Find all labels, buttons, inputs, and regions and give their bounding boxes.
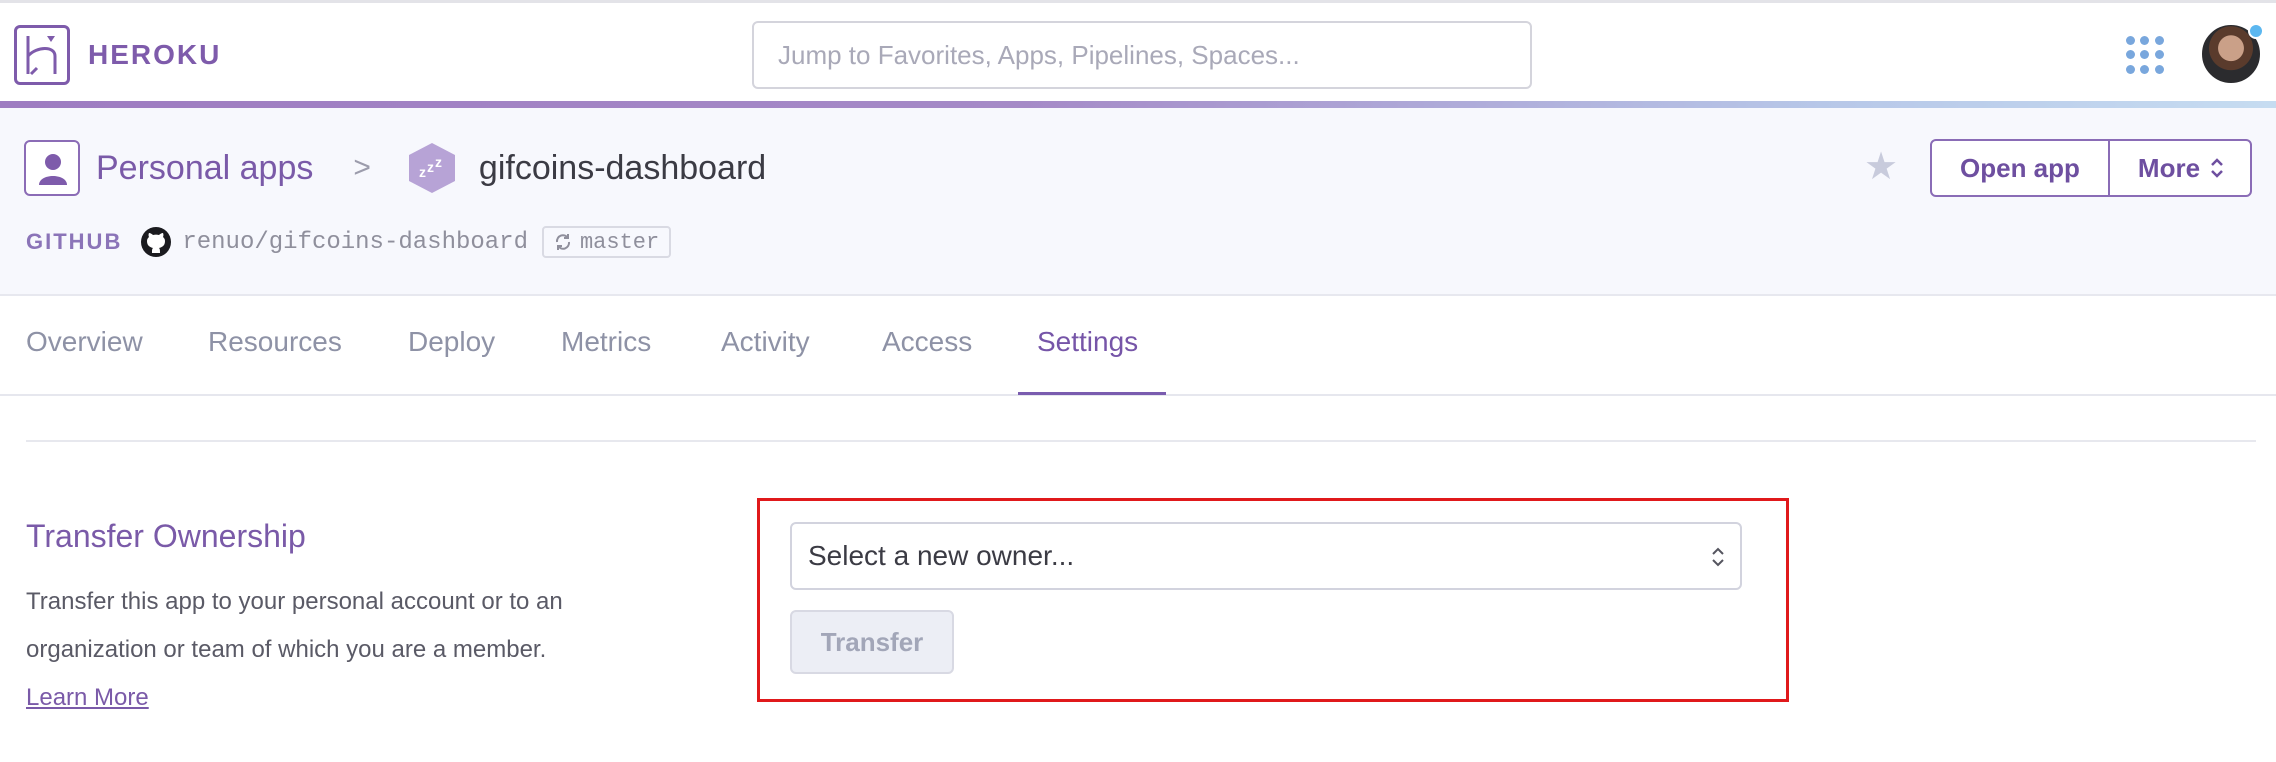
new-owner-select[interactable]: Select a new owner... [790, 522, 1742, 590]
tab-activity[interactable]: Activity [721, 326, 810, 358]
branch-badge: master [541, 226, 672, 258]
transfer-ownership-description: Transfer this app to your personal accou… [26, 578, 566, 722]
chevron-updown-icon [2211, 158, 2223, 178]
tab-metrics[interactable]: Metrics [561, 326, 651, 358]
github-icon [141, 227, 172, 257]
app-tabs: Overview Resources Deploy Metrics Activi… [0, 296, 2276, 396]
transfer-button[interactable]: Transfer [790, 610, 954, 674]
github-connection: GITHUB renuo/gifcoins-dashboard master [26, 226, 672, 258]
app-header: Personal apps > z z z gifcoins-dashboard… [0, 108, 2276, 296]
branch-name: master [579, 229, 660, 255]
tab-settings[interactable]: Settings [1037, 326, 1138, 358]
section-divider [26, 440, 2256, 442]
sleeping-app-icon: z z z [405, 141, 459, 195]
transfer-description-text: Transfer this app to your personal accou… [26, 588, 563, 663]
github-label: GITHUB [26, 229, 123, 254]
heroku-logo-icon [14, 25, 70, 85]
learn-more-link[interactable]: Learn More [26, 684, 149, 711]
more-button[interactable]: More [2110, 141, 2250, 195]
breadcrumb: Personal apps > z z z gifcoins-dashboard [24, 140, 766, 196]
svg-text:z: z [419, 164, 426, 180]
transfer-ownership-title: Transfer Ownership [26, 518, 306, 554]
apps-grid-icon[interactable] [2126, 36, 2164, 74]
select-chevron-icon [1712, 547, 1724, 567]
more-button-label: More [2137, 152, 2201, 183]
heroku-logo-text: HEROKU [88, 39, 222, 70]
svg-text:z: z [435, 154, 442, 170]
tab-deploy[interactable]: Deploy [408, 326, 495, 358]
search-input[interactable]: Jump to Favorites, Apps, Pipelines, Spac… [752, 21, 1532, 89]
tab-access[interactable]: Access [882, 326, 972, 358]
open-app-button[interactable]: Open app [1932, 141, 2110, 195]
svg-text:z: z [427, 159, 434, 175]
active-tab-indicator [1018, 392, 1166, 395]
breadcrumb-personal-apps[interactable]: Personal apps [96, 149, 313, 188]
top-navbar: HEROKU Jump to Favorites, Apps, Pipeline… [0, 0, 2276, 104]
new-owner-select-value: Select a new owner... [808, 540, 1075, 571]
heroku-logo[interactable]: HEROKU [14, 25, 221, 85]
favorite-star-icon[interactable]: ★ [1864, 144, 1898, 189]
tab-overview[interactable]: Overview [26, 326, 143, 358]
header-gradient-divider [0, 101, 2276, 108]
person-icon[interactable] [24, 140, 80, 196]
tab-resources[interactable]: Resources [208, 326, 342, 358]
breadcrumb-separator: > [353, 151, 371, 184]
breadcrumb-app-name: gifcoins-dashboard [478, 148, 767, 187]
github-repo-link[interactable]: renuo/gifcoins-dashboard [182, 229, 528, 256]
notification-dot [2248, 23, 2264, 39]
app-actions-group: Open app More [1930, 139, 2253, 197]
sync-icon [555, 234, 570, 250]
